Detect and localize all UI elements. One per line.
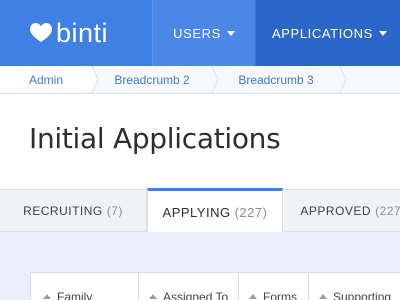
tab-approved[interactable]: APPROVED (227) [283, 190, 400, 232]
nav-users-menu[interactable]: USERS [152, 0, 256, 66]
status-tabs: RECRUITING (7) APPLYING (227) APPROVED (… [0, 188, 400, 234]
column-header-label: Forms [263, 290, 297, 300]
breadcrumb-item-2[interactable]: Breadcrumb 2 [92, 66, 212, 93]
breadcrumb-chevron-icon [334, 66, 346, 93]
nav-applications-menu[interactable]: APPLICATIONS [256, 0, 400, 66]
tab-applying[interactable]: APPLYING (227) [147, 188, 283, 234]
nav-applications-label: APPLICATIONS [272, 25, 373, 41]
tab-label: APPROVED [300, 204, 372, 218]
column-header-label: Assigned To [163, 290, 229, 300]
breadcrumb-item-admin[interactable]: Admin [0, 66, 92, 93]
heart-logo-icon [30, 23, 52, 42]
page-title: Initial Applications [29, 122, 281, 155]
sort-up-icon [149, 294, 157, 299]
breadcrumb: Admin Breadcrumb 2 Breadcrumb 3 [0, 66, 400, 94]
tab-recruiting[interactable]: RECRUITING (7) [0, 190, 147, 232]
column-header-forms[interactable]: Forms [239, 273, 309, 300]
sort-up-icon [249, 294, 257, 299]
brand-logo[interactable]: binti [28, 14, 108, 52]
caret-down-icon [378, 30, 387, 36]
column-header-label: Family [57, 290, 93, 300]
brand-name: binti [56, 17, 109, 48]
tab-label: RECRUITING [23, 204, 103, 218]
breadcrumb-item-3[interactable]: Breadcrumb 3 [212, 66, 340, 93]
sort-up-icon [319, 294, 327, 299]
tab-count: (7) [106, 204, 123, 218]
column-header-assigned-to[interactable]: Assigned To [139, 273, 239, 300]
sort-up-icon [43, 294, 51, 299]
tab-label: APPLYING [162, 205, 231, 220]
column-header-label: Supporting [333, 290, 392, 300]
column-header-family[interactable]: Family [31, 273, 139, 300]
tab-count: (227) [234, 205, 268, 220]
nav-users-label: USERS [173, 25, 221, 41]
tab-count: (227) [375, 204, 400, 218]
top-navigation-bar: binti USERS APPLICATIONS [0, 0, 400, 66]
applications-table: Family Assigned To Forms Supporting [30, 272, 400, 300]
column-header-supporting[interactable]: Supporting [309, 273, 400, 300]
caret-down-icon [226, 30, 235, 36]
